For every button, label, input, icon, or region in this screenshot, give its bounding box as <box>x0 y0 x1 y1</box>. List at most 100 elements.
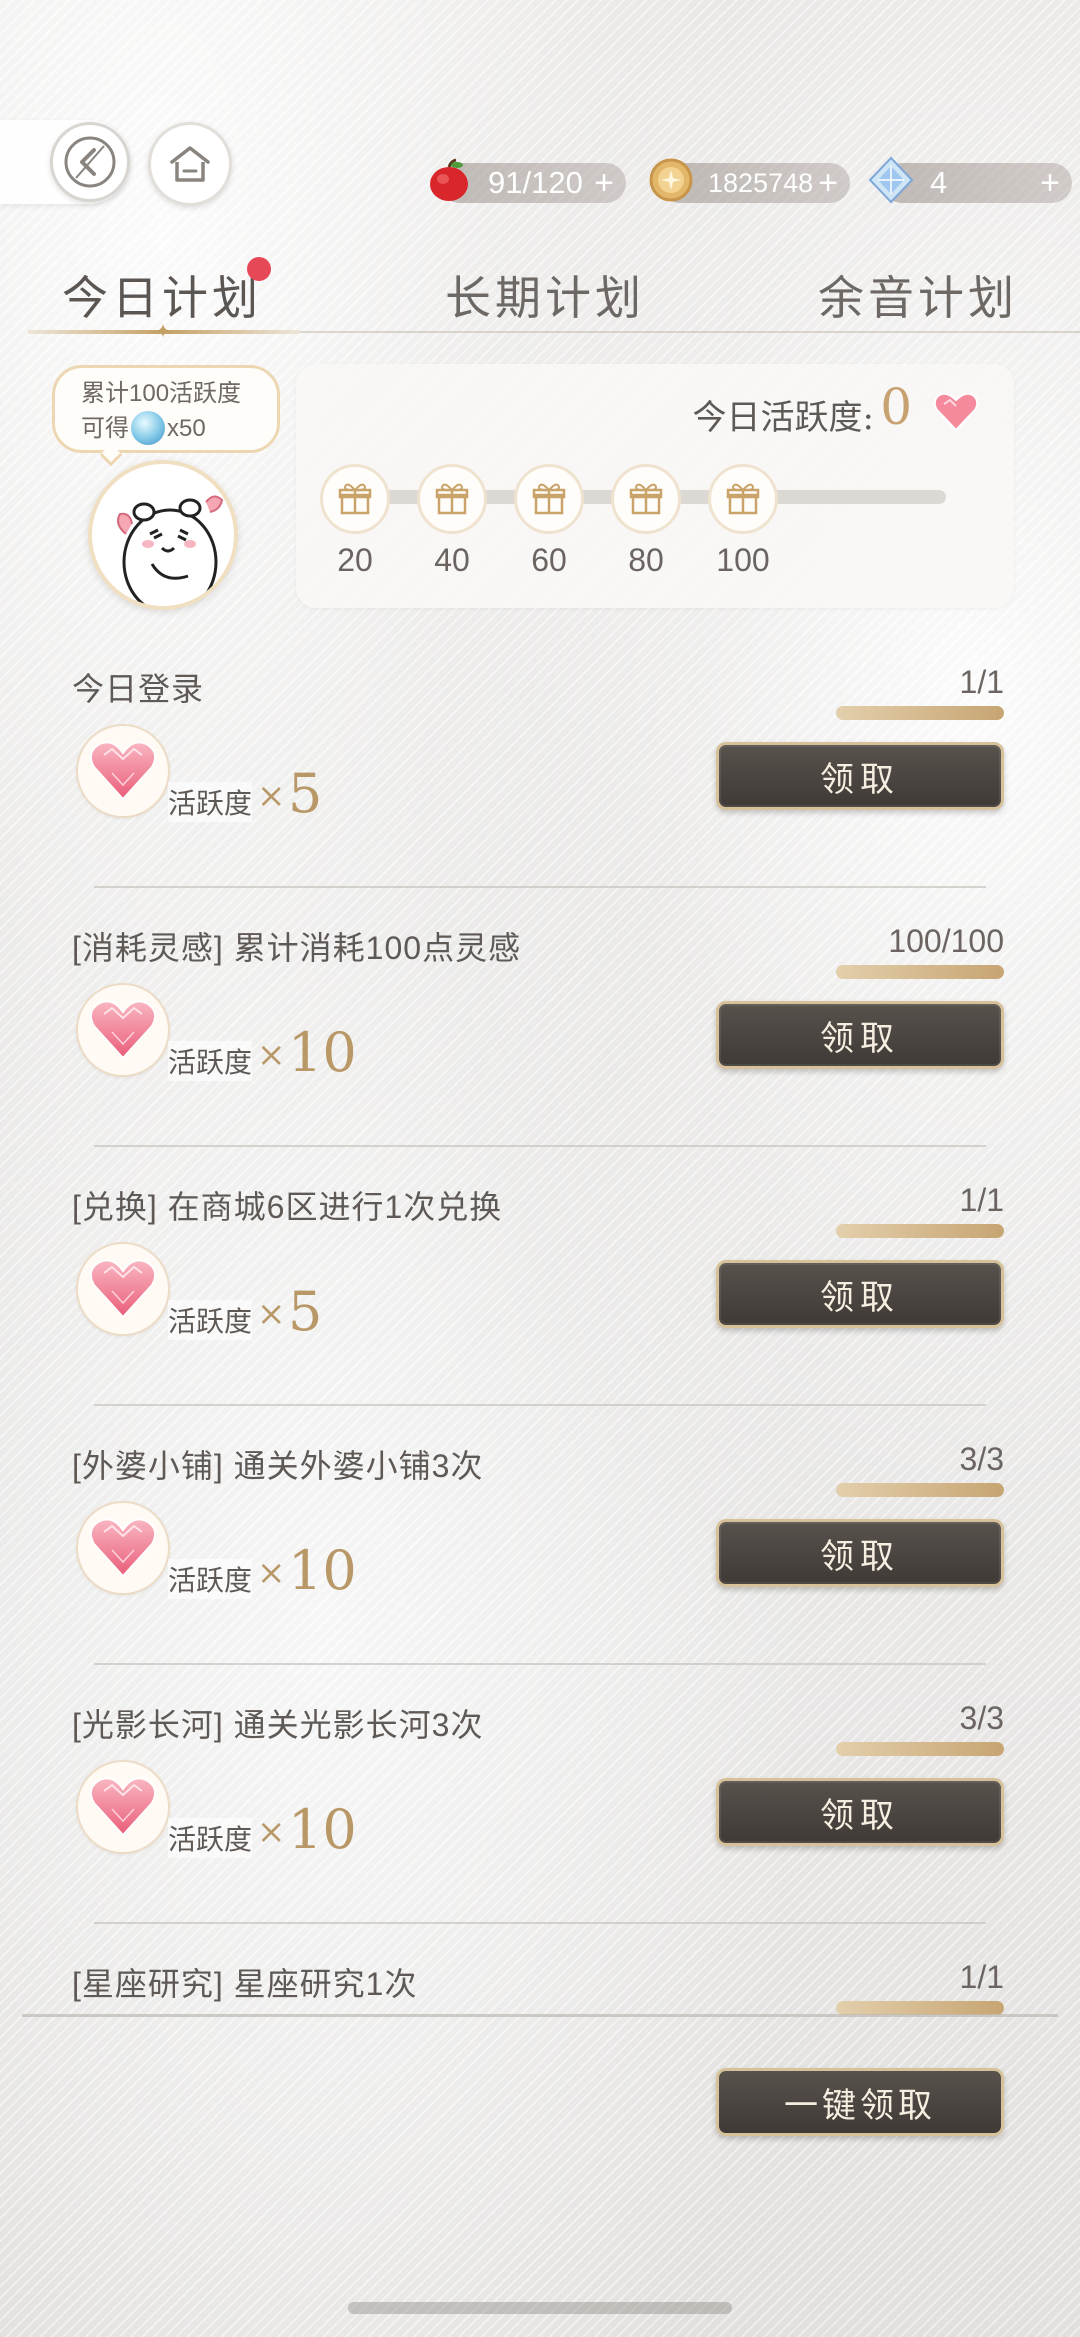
reward-hint-bubble: 累计100活跃度 可得 x50 <box>52 365 280 453</box>
back-button[interactable] <box>50 122 130 202</box>
task-divider <box>94 1663 986 1665</box>
home-button[interactable] <box>148 122 232 206</box>
tab-echo-plan[interactable]: 余音计划 <box>818 262 1018 328</box>
task-title: [星座研究] 星座研究1次 <box>72 1966 418 2002</box>
claim-button[interactable]: 领取 <box>716 1778 1004 1846</box>
claim-all-button[interactable]: 一键领取 <box>716 2068 1004 2136</box>
reward-label: 活跃度 <box>168 1818 253 1858</box>
bubble-line-1: 累计100活跃度 <box>81 380 242 407</box>
milestone-chest[interactable] <box>417 464 487 534</box>
reward-icon[interactable] <box>76 1242 170 1336</box>
milestone-value: 40 <box>434 542 470 578</box>
reward-amount: 5 <box>288 762 323 825</box>
reward-label: 活跃度 <box>168 1300 253 1340</box>
sparkle-icon: ✦ <box>154 321 172 343</box>
claim-button[interactable]: 领取 <box>716 1260 1004 1328</box>
add-gold-button[interactable]: + <box>818 165 838 201</box>
reward-label: 活跃度 <box>168 1559 253 1599</box>
reward-amount: 10 <box>288 1539 357 1602</box>
apple-icon <box>430 158 468 201</box>
task-progress-fill <box>836 1742 1004 1756</box>
heart-icon <box>933 392 979 432</box>
reward-multiplier-sign: × <box>257 1812 286 1852</box>
task-divider <box>94 1145 986 1147</box>
task-divider <box>94 1922 986 1924</box>
milestone-chest[interactable] <box>514 464 584 534</box>
task-progress-text: 1/1 <box>959 1959 1004 1995</box>
task-row: [消耗灵感] 累计消耗100点灵感 100/100 活跃度 × 10 领取 <box>0 923 1080 1182</box>
claim-button[interactable]: 领取 <box>716 742 1004 810</box>
add-crystal-button[interactable]: + <box>1040 165 1060 201</box>
activity-label: 今日活跃度: <box>692 398 874 438</box>
claim-button[interactable]: 领取 <box>716 1519 1004 1587</box>
tab-today-plan[interactable]: 今日计划 <box>62 262 262 328</box>
reward-multiplier-sign: × <box>257 1035 286 1075</box>
task-title: [兑换] 在商城6区进行1次兑换 <box>72 1189 503 1225</box>
task-progress-fill <box>836 2001 1004 2015</box>
reward-icon[interactable] <box>76 983 170 1077</box>
blue-gem-icon <box>131 411 165 445</box>
reward-amount: 10 <box>288 1021 357 1084</box>
reward-amount: 5 <box>288 1280 323 1343</box>
task-progress-bar <box>836 706 1004 720</box>
reward-icon[interactable] <box>76 724 170 818</box>
task-progress-bar <box>836 1224 1004 1238</box>
task-progress-fill <box>836 1224 1004 1238</box>
task-progress-bar <box>836 2001 1004 2015</box>
task-progress-fill <box>836 706 1004 720</box>
task-title: [光影长河] 通关光影长河3次 <box>72 1707 484 1743</box>
task-progress-text: 1/1 <box>959 1182 1004 1218</box>
home-icon <box>170 146 210 182</box>
heart-gem-icon <box>89 1518 157 1578</box>
task-row: 今日登录 1/1 活跃度 × 5 领取 <box>0 664 1080 923</box>
reward-amount: 10 <box>288 1798 357 1861</box>
activity-panel: 今日活跃度: 0 20 40 60 80 100 <box>296 364 1014 608</box>
task-divider <box>94 886 986 888</box>
reward-multiplier-sign: × <box>257 1294 286 1334</box>
milestone-chest[interactable] <box>320 464 390 534</box>
task-progress-bar <box>836 965 1004 979</box>
reward-icon[interactable] <box>76 1760 170 1854</box>
gift-icon <box>435 483 469 515</box>
task-progress-text: 3/3 <box>959 1441 1004 1477</box>
crystal-icon <box>868 156 914 204</box>
task-row: [光影长河] 通关光影长河3次 3/3 活跃度 × 10 领取 <box>0 1700 1080 1959</box>
heart-gem-icon <box>89 1777 157 1837</box>
reward-label: 活跃度 <box>168 1041 253 1081</box>
reward-icon[interactable] <box>76 1501 170 1595</box>
gold-coin-icon <box>649 158 693 202</box>
task-row: [兑换] 在商城6区进行1次兑换 1/1 活跃度 × 5 领取 <box>0 1182 1080 1441</box>
milestone-value: 60 <box>531 542 567 578</box>
gift-icon <box>629 483 663 515</box>
home-indicator <box>348 2302 732 2314</box>
notification-dot <box>247 257 271 281</box>
task-title: [外婆小铺] 通关外婆小铺3次 <box>72 1448 484 1484</box>
task-title: [消耗灵感] 累计消耗100点灵感 <box>72 930 522 966</box>
reward-multiplier-sign: × <box>257 776 286 816</box>
tab-long-term-plan[interactable]: 长期计划 <box>445 262 645 328</box>
milestone-value: 100 <box>716 542 770 578</box>
add-energy-button[interactable]: + <box>594 165 614 201</box>
mascot-avatar[interactable] <box>88 460 238 610</box>
milestone-chest[interactable] <box>611 464 681 534</box>
claim-button[interactable]: 领取 <box>716 1001 1004 1069</box>
milestone-value: 20 <box>337 542 373 578</box>
heart-gem-icon <box>89 1259 157 1319</box>
task-progress-text: 3/3 <box>959 1700 1004 1736</box>
reward-label: 活跃度 <box>168 782 253 822</box>
heart-gem-icon <box>89 741 157 801</box>
hamster-mascot-icon <box>117 495 224 606</box>
milestone-chest[interactable] <box>708 464 778 534</box>
task-progress-fill <box>836 965 1004 979</box>
gift-icon <box>532 483 566 515</box>
task-progress-text: 100/100 <box>888 923 1004 959</box>
task-progress-text: 1/1 <box>959 664 1004 700</box>
activity-value: 0 <box>880 378 912 436</box>
bubble-line-2: 可得 x50 <box>81 411 277 446</box>
task-progress-bar <box>836 1742 1004 1756</box>
heart-gem-icon <box>89 1000 157 1060</box>
gift-icon <box>338 483 372 515</box>
milestone-value: 80 <box>628 542 664 578</box>
reward-multiplier-sign: × <box>257 1553 286 1593</box>
task-progress-bar <box>836 1483 1004 1497</box>
